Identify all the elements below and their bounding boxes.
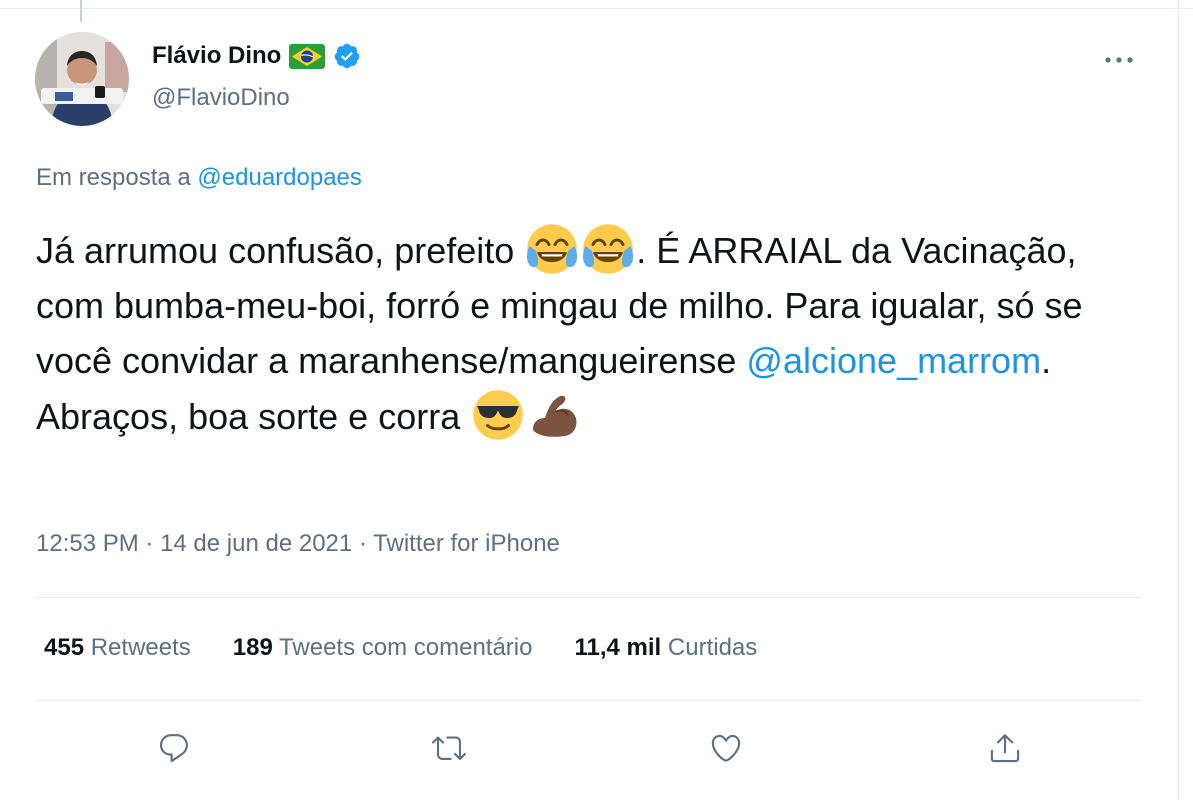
quote-tweets-label: Tweets com comentário (279, 634, 533, 661)
quote-tweets-stat[interactable]: 189 Tweets com comentário (233, 634, 533, 662)
avatar[interactable] (35, 32, 129, 126)
face-with-tears-of-joy-icon (525, 222, 579, 276)
right-divider (1178, 0, 1179, 800)
retweets-count: 455 (44, 634, 85, 661)
retweets-label: Retweets (90, 634, 191, 661)
top-divider (0, 8, 1193, 9)
likes-count: 11,4 mil (574, 634, 662, 661)
verified-badge-icon (333, 42, 361, 70)
tweet-meta: 12:53 PM · 14 de jun de 2021 · Twitter f… (36, 530, 560, 558)
tweet-source[interactable]: Twitter for iPhone (373, 530, 560, 557)
engagement-stats: 455 Retweets 189 Tweets com comentário 1… (44, 634, 757, 662)
thread-connector-line (80, 0, 82, 22)
likes-stat[interactable]: 11,4 mil Curtidas (574, 634, 757, 662)
tweet-time[interactable]: 12:53 PM (36, 530, 139, 557)
brazil-flag-icon (289, 43, 326, 69)
reply-context: Em resposta a @eduardopaes (36, 164, 362, 192)
author-handle[interactable]: @FlavioDino (152, 84, 290, 112)
flexed-biceps-icon (527, 388, 581, 442)
quote-tweets-count: 189 (232, 634, 273, 661)
tweet-detail-card: Flávio Dino @FlavioDino Em resposta a @e… (0, 0, 1193, 800)
action-bar (0, 726, 1193, 770)
author-display-name[interactable]: Flávio Dino (152, 42, 281, 70)
meta-separator: · (138, 530, 161, 557)
reply-mention-link[interactable]: @eduardopaes (197, 164, 361, 191)
divider (36, 597, 1141, 598)
divider (36, 700, 1141, 701)
share-icon[interactable] (983, 726, 1027, 770)
author-name-row: Flávio Dino (152, 42, 361, 70)
likes-label: Curtidas (667, 634, 758, 661)
like-icon[interactable] (704, 726, 748, 770)
tweet-date[interactable]: 14 de jun de 2021 (160, 530, 352, 557)
tweet-mention-link[interactable]: @alcione_marrom (746, 340, 1041, 381)
more-options-icon[interactable] (1103, 48, 1135, 72)
smiling-face-with-sunglasses-icon (471, 388, 525, 442)
face-with-tears-of-joy-icon (581, 222, 635, 276)
retweet-icon[interactable] (427, 726, 471, 770)
meta-separator: · (352, 530, 374, 557)
retweets-stat[interactable]: 455 Retweets (44, 634, 191, 662)
reply-context-prefix: Em resposta a (36, 164, 198, 191)
tweet-text: Já arrumou confusão, prefeito . É ARRAIA… (36, 222, 1146, 444)
tweet-text-segment-1: Já arrumou confusão, prefeito (36, 230, 525, 271)
reply-icon[interactable] (152, 726, 196, 770)
